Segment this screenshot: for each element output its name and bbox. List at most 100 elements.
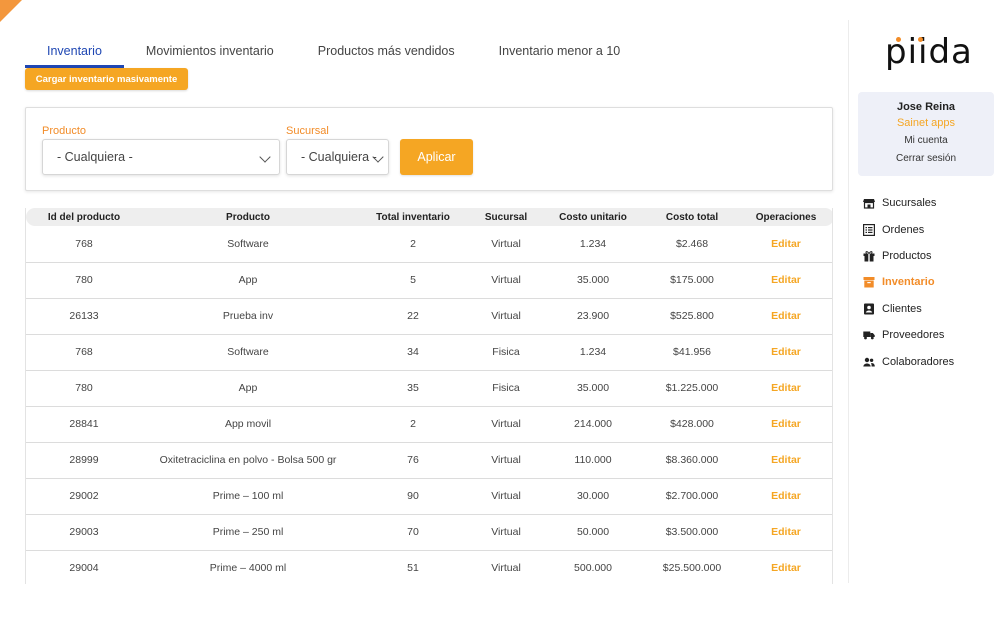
branch-cell: Virtual [472, 298, 540, 335]
product-id-cell: 780 [26, 262, 142, 299]
table-row: 28999 Oxitetraciclina en polvo - Bolsa 50… [26, 442, 832, 479]
total-cost-cell: $1.225.000 [646, 370, 738, 407]
unit-cost-cell: 35.000 [540, 370, 646, 407]
product-id-cell: 28841 [26, 406, 142, 443]
tab-productos-mas-vendidos[interactable]: Productos más vendidos [296, 36, 477, 68]
sidebar-item-inventario[interactable]: Inventario [863, 269, 997, 295]
unit-cost-cell: 110.000 [540, 442, 646, 479]
product-id-cell: 768 [26, 226, 142, 263]
branch-cell: Virtual [472, 226, 540, 263]
branch-select[interactable]: - Cualquiera - [286, 139, 389, 175]
total-cost-cell: $428.000 [646, 406, 738, 443]
branch-cell: Virtual [472, 442, 540, 479]
product-name-cell: Prueba inv [142, 298, 354, 335]
column-header[interactable]: Costo unitario [540, 208, 646, 226]
branch-cell: Virtual [472, 550, 540, 584]
column-header[interactable]: Sucursal [472, 208, 540, 226]
branch-cell: Virtual [472, 406, 540, 443]
store-icon [863, 197, 875, 209]
bulk-upload-button[interactable]: Cargar inventario masivamente [25, 68, 188, 90]
total-inventory-cell: 2 [354, 226, 472, 263]
column-header[interactable]: Operaciones [738, 208, 832, 226]
my-account-link[interactable]: Mi cuenta [858, 135, 994, 146]
product-name-cell: App [142, 262, 354, 299]
unit-cost-cell: 1.234 [540, 334, 646, 371]
sidebar-item-clientes[interactable]: Clientes [863, 296, 997, 322]
column-header[interactable]: Producto [142, 208, 354, 226]
table-row: 29003 Prime – 250 ml 70 Virtual 50.000 $3.500… [26, 514, 832, 551]
edit-link[interactable]: Editar [738, 298, 832, 335]
branch-cell: Virtual [472, 262, 540, 299]
total-inventory-cell: 51 [354, 550, 472, 584]
edit-link[interactable]: Editar [738, 370, 832, 407]
logo-dot-decoration [896, 37, 901, 42]
table-row: 29002 Prime – 100 ml 90 Virtual 30.000 $2.700… [26, 478, 832, 515]
product-id-cell: 29003 [26, 514, 142, 551]
total-cost-cell: $3.500.000 [646, 514, 738, 551]
sidebar-item-proveedores[interactable]: Proveedores [863, 322, 997, 348]
table-row: 768 Software 2 Virtual 1.234 $2.468 Editar [26, 226, 832, 263]
column-header[interactable]: Costo total [646, 208, 738, 226]
total-inventory-cell: 76 [354, 442, 472, 479]
sidebar-item-sucursales[interactable]: Sucursales [863, 190, 997, 216]
table-row: 780 App 5 Virtual 35.000 $175.000 Editar [26, 262, 832, 299]
tab-inventario-menor-a-10[interactable]: Inventario menor a 10 [477, 36, 643, 68]
sidebar: piida Jose Reina Sainet apps Mi cuenta C… [848, 20, 1000, 583]
total-cost-cell: $175.000 [646, 262, 738, 299]
sidebar-item-label: Proveedores [882, 329, 945, 342]
column-header[interactable]: Id del producto [26, 208, 142, 226]
tab-movimientos-inventario[interactable]: Movimientos inventario [124, 36, 296, 68]
archive-icon [863, 276, 875, 288]
edit-link[interactable]: Editar [738, 262, 832, 299]
table-row: 26133 Prueba inv 22 Virtual 23.900 $525.800 Ed… [26, 298, 832, 335]
table-header-row: Id del producto Producto Total inventari… [26, 208, 832, 226]
gift-icon [863, 250, 875, 262]
apply-button[interactable]: Aplicar [400, 139, 473, 175]
product-name-cell: Prime – 100 ml [142, 478, 354, 515]
unit-cost-cell: 30.000 [540, 478, 646, 515]
edit-link[interactable]: Editar [738, 442, 832, 479]
contact-card-icon [863, 303, 875, 315]
product-select-value: - Cualquiera - [57, 150, 133, 164]
product-name-cell: Software [142, 334, 354, 371]
sidebar-item-ordenes[interactable]: Ordenes [863, 216, 997, 242]
product-name-cell: Software [142, 226, 354, 263]
edit-link[interactable]: Editar [738, 406, 832, 443]
sidebar-item-colaboradores[interactable]: Colaboradores [863, 348, 997, 374]
tab-bar: Inventario Movimientos inventario Produc… [25, 36, 833, 68]
tab-inventario[interactable]: Inventario [25, 36, 124, 68]
user-name: Jose Reina [896, 101, 956, 113]
product-select[interactable]: - Cualquiera - [42, 139, 280, 175]
product-id-cell: 29002 [26, 478, 142, 515]
total-inventory-cell: 5 [354, 262, 472, 299]
product-name-cell: Oxitetraciclina en polvo - Bolsa 500 gr [142, 442, 354, 479]
sidebar-item-label: Sucursales [882, 197, 937, 210]
branch-select-value: - Cualquiera - [301, 150, 377, 164]
total-inventory-cell: 35 [354, 370, 472, 407]
product-id-cell: 26133 [26, 298, 142, 335]
corner-accent-decoration [0, 0, 22, 22]
total-cost-cell: $2.700.000 [646, 478, 738, 515]
edit-link[interactable]: Editar [738, 478, 832, 515]
column-header[interactable]: Total inventario [354, 208, 472, 226]
total-inventory-cell: 70 [354, 514, 472, 551]
sidebar-nav: Sucursales Ordenes Productos Inventario … [863, 190, 997, 375]
sidebar-item-productos[interactable]: Productos [863, 243, 997, 269]
branch-cell: Virtual [472, 514, 540, 551]
product-name-cell: Prime – 250 ml [142, 514, 354, 551]
table-row: 28841 App movil 2 Virtual 214.000 $428.000 Edi… [26, 406, 832, 443]
edit-link[interactable]: Editar [738, 226, 832, 263]
unit-cost-cell: 50.000 [540, 514, 646, 551]
total-inventory-cell: 2 [354, 406, 472, 443]
users-icon [863, 356, 875, 368]
edit-link[interactable]: Editar [738, 514, 832, 551]
edit-link[interactable]: Editar [738, 550, 832, 584]
sidebar-item-label: Ordenes [882, 223, 925, 236]
total-cost-cell: $41.956 [646, 334, 738, 371]
filter-panel: Producto - Cualquiera - Sucursal - Cualq… [25, 107, 833, 191]
total-cost-cell: $525.800 [646, 298, 738, 335]
product-id-cell: 29004 [26, 550, 142, 584]
product-id-cell: 28999 [26, 442, 142, 479]
logout-link[interactable]: Cerrar sesión [858, 153, 994, 164]
edit-link[interactable]: Editar [738, 334, 832, 371]
